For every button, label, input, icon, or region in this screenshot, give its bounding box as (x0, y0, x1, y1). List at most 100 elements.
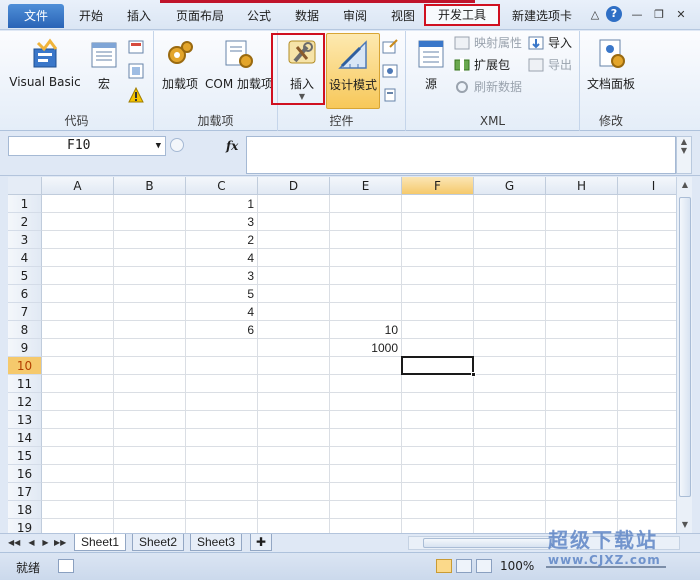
row-header-9[interactable]: 9 (8, 339, 42, 357)
minimize-icon[interactable]: — (630, 8, 644, 22)
tab-review[interactable]: 审阅 (336, 6, 374, 26)
row-header-14[interactable]: 14 (8, 429, 42, 447)
insert-sheet-icon[interactable]: ✚ (250, 534, 272, 551)
vertical-scrollbar[interactable]: ▲ ▼ (676, 177, 692, 533)
row-header-5[interactable]: 5 (8, 267, 42, 285)
xml-source-button[interactable]: 源 (410, 33, 452, 109)
cell-c3[interactable]: 2 (186, 231, 258, 249)
row-header-7[interactable]: 7 (8, 303, 42, 321)
view-code-button[interactable] (382, 61, 402, 81)
next-sheet-icon[interactable]: ▶ (40, 536, 51, 550)
formula-bar-expand-icon[interactable] (170, 138, 184, 152)
expansion-pack-button[interactable]: 扩展包 (454, 55, 510, 75)
horizontal-scroll-thumb[interactable] (423, 538, 553, 548)
row-header-13[interactable]: 13 (8, 411, 42, 429)
tab-formulas[interactable]: 公式 (240, 6, 278, 26)
select-all-corner[interactable] (8, 177, 42, 195)
cell-c8[interactable]: 6 (186, 321, 258, 339)
row-header-11[interactable]: 11 (8, 375, 42, 393)
column-header-g[interactable]: G (474, 177, 546, 195)
row-header-17[interactable]: 17 (8, 483, 42, 501)
scroll-up-icon[interactable]: ▲ (677, 177, 693, 193)
tab-data[interactable]: 数据 (288, 6, 326, 26)
tab-page-layout[interactable]: 页面布局 (170, 6, 230, 26)
tab-home[interactable]: 开始 (72, 6, 110, 26)
collapse-ribbon-icon[interactable]: △ (588, 8, 602, 22)
tab-new-tab[interactable]: 新建选项卡 (506, 6, 578, 26)
sheet-tab-1[interactable]: Sheet1 (74, 534, 127, 551)
visual-basic-button[interactable]: Visual Basic (6, 33, 84, 109)
fill-handle[interactable] (471, 372, 476, 377)
row-header-16[interactable]: 16 (8, 465, 42, 483)
row-header-4[interactable]: 4 (8, 249, 42, 267)
column-header-f[interactable]: F (402, 177, 474, 195)
column-header-i[interactable]: I (618, 177, 676, 195)
vertical-scroll-thumb[interactable] (679, 197, 691, 497)
zoom-level[interactable]: 100% (500, 559, 534, 573)
row-header-6[interactable]: 6 (8, 285, 42, 303)
sheet-tab-3[interactable]: Sheet3 (190, 534, 243, 551)
worksheet-grid[interactable]: A B C D E F G H I 1 2 3 4 5 6 7 8 9 10 11 12 13 14 15 16 17 18 19 1 3… (8, 177, 676, 533)
addins-button[interactable]: 加载项 (156, 33, 204, 109)
last-sheet-icon[interactable]: ▶▶ (54, 536, 66, 550)
cell-c6[interactable]: 5 (186, 285, 258, 303)
row-header-2[interactable]: 2 (8, 213, 42, 231)
close-icon[interactable]: ✕ (674, 8, 688, 22)
row-header-8[interactable]: 8 (8, 321, 42, 339)
cell-e8[interactable]: 10 (330, 321, 402, 339)
row-header-3[interactable]: 3 (8, 231, 42, 249)
formula-bar-scroll[interactable]: ▲ ▼ (676, 136, 692, 174)
help-icon[interactable]: ? (606, 6, 622, 22)
document-panel-button[interactable]: 文档面板 (580, 33, 642, 109)
row-header-12[interactable]: 12 (8, 393, 42, 411)
run-dialog-button[interactable] (382, 85, 402, 105)
macro-security-button[interactable] (128, 85, 148, 105)
column-header-c[interactable]: C (186, 177, 258, 195)
column-header-a[interactable]: A (42, 177, 114, 195)
cell-e9[interactable]: 1000 (330, 339, 402, 357)
cell-c5[interactable]: 3 (186, 267, 258, 285)
xml-import-button[interactable]: 导入 (528, 33, 572, 53)
record-macro-button[interactable] (128, 37, 148, 57)
tab-view[interactable]: 视图 (384, 6, 422, 26)
cell-c1[interactable]: 1 (186, 195, 258, 213)
first-sheet-icon[interactable]: ◀◀ (8, 536, 20, 550)
tab-developer[interactable]: 开发工具 (424, 4, 500, 26)
macro-record-status-icon[interactable] (58, 559, 74, 573)
name-box[interactable]: F10 ▼ (8, 136, 166, 156)
restore-icon[interactable]: ❐ (652, 8, 666, 22)
tab-file[interactable]: 文件 (8, 4, 64, 28)
gear-icon (163, 37, 197, 71)
column-header-d[interactable]: D (258, 177, 330, 195)
tab-insert[interactable]: 插入 (120, 6, 158, 26)
row-header-15[interactable]: 15 (8, 447, 42, 465)
properties-button[interactable] (382, 37, 402, 57)
row-header-19[interactable]: 19 (8, 519, 42, 533)
macro-button[interactable]: 宏 (86, 33, 122, 109)
active-cell-selection[interactable] (401, 356, 476, 377)
row-header-18[interactable]: 18 (8, 501, 42, 519)
name-box-dropdown-icon[interactable]: ▼ (156, 137, 161, 155)
normal-view-icon[interactable] (436, 559, 452, 573)
column-header-b[interactable]: B (114, 177, 186, 195)
map-properties-button[interactable]: 映射属性 (454, 33, 522, 53)
page-layout-view-icon[interactable] (456, 559, 472, 573)
cell-c2[interactable]: 3 (186, 213, 258, 231)
design-mode-button[interactable]: 设计模式 (326, 33, 380, 109)
sheet-tab-2[interactable]: Sheet2 (132, 534, 185, 551)
xml-export-button[interactable]: 导出 (528, 55, 572, 75)
prev-sheet-icon[interactable]: ◀ (26, 536, 37, 550)
formula-input[interactable] (246, 136, 676, 174)
page-break-view-icon[interactable] (476, 559, 492, 573)
row-header-1[interactable]: 1 (8, 195, 42, 213)
column-header-h[interactable]: H (546, 177, 618, 195)
relative-reference-button[interactable] (128, 61, 148, 81)
com-addins-button[interactable]: COM 加载项 (202, 33, 276, 109)
column-header-e[interactable]: E (330, 177, 402, 195)
addins-label: 加载项 (161, 77, 198, 91)
cell-c7[interactable]: 4 (186, 303, 258, 321)
insert-function-icon[interactable]: fx (226, 136, 244, 156)
refresh-data-button[interactable]: 刷新数据 (454, 77, 522, 97)
row-header-10[interactable]: 10 (8, 357, 42, 375)
cell-c4[interactable]: 4 (186, 249, 258, 267)
